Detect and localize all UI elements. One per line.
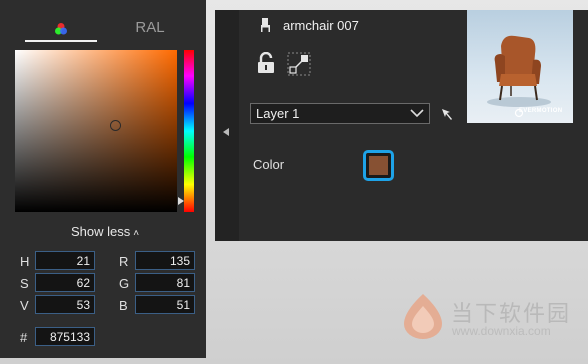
v-label: V [20, 298, 29, 313]
sv-cursor[interactable] [110, 120, 121, 131]
layer-select-value: Layer 1 [256, 106, 300, 121]
chevron-up-icon: ˄ [133, 228, 140, 239]
watermark-url: www.downxia.com [452, 324, 551, 338]
hex-label: # [20, 330, 28, 345]
r-input[interactable]: 135 [135, 251, 195, 270]
show-less-label: Show less [70, 224, 131, 239]
eyedropper-arrow-icon[interactable] [440, 107, 454, 121]
active-tab-underline [25, 40, 97, 42]
v-input[interactable]: 53 [35, 295, 95, 314]
h-label: H [20, 254, 30, 269]
g-input[interactable]: 81 [135, 273, 195, 292]
hue-slider[interactable] [184, 50, 194, 212]
color-label: Color [253, 157, 285, 172]
hex-input[interactable]: 875133 [35, 327, 95, 346]
panel-collapse-strip[interactable] [215, 10, 239, 241]
watermark-title: 当下软件园 [451, 301, 572, 326]
saturation-value-field[interactable] [15, 50, 177, 212]
layer-select[interactable]: Layer 1 [250, 103, 430, 124]
r-label: R [119, 254, 129, 269]
tab-ral[interactable]: RAL [130, 19, 170, 37]
material-panel: armchair 007 EVERMOTION Layer 1 Color [215, 10, 588, 241]
tab-color-wheel[interactable] [25, 14, 97, 42]
s-label: S [20, 276, 29, 291]
color-swatch[interactable] [363, 150, 394, 181]
armchair-preview-image [487, 35, 551, 118]
s-input[interactable]: 62 [35, 273, 95, 292]
collapse-left-icon[interactable] [223, 128, 229, 136]
scale-icon[interactable] [287, 52, 311, 76]
chair-icon [261, 18, 270, 32]
watermark-logo-icon [404, 294, 442, 339]
b-label: B [119, 298, 128, 313]
g-label: G [119, 276, 130, 291]
color-swatch-fill [369, 156, 388, 175]
color-picker-panel: RAL Show less ˄ H 21 S 62 V 53 R 135 G 81… [0, 0, 206, 358]
show-less-toggle[interactable]: Show less ˄ [60, 224, 150, 242]
h-input[interactable]: 21 [35, 251, 95, 270]
rgb-circles-icon [55, 23, 67, 35]
thumbnail-brand: EVERMOTION [519, 108, 563, 114]
b-input[interactable]: 51 [135, 295, 195, 314]
unlock-icon[interactable] [257, 52, 275, 74]
hue-slider-handle[interactable] [178, 197, 184, 205]
picker-tabs: RAL [0, 0, 206, 44]
object-thumbnail: EVERMOTION [467, 10, 573, 123]
object-name: armchair 007 [283, 18, 359, 33]
chevron-down-icon [410, 109, 424, 118]
